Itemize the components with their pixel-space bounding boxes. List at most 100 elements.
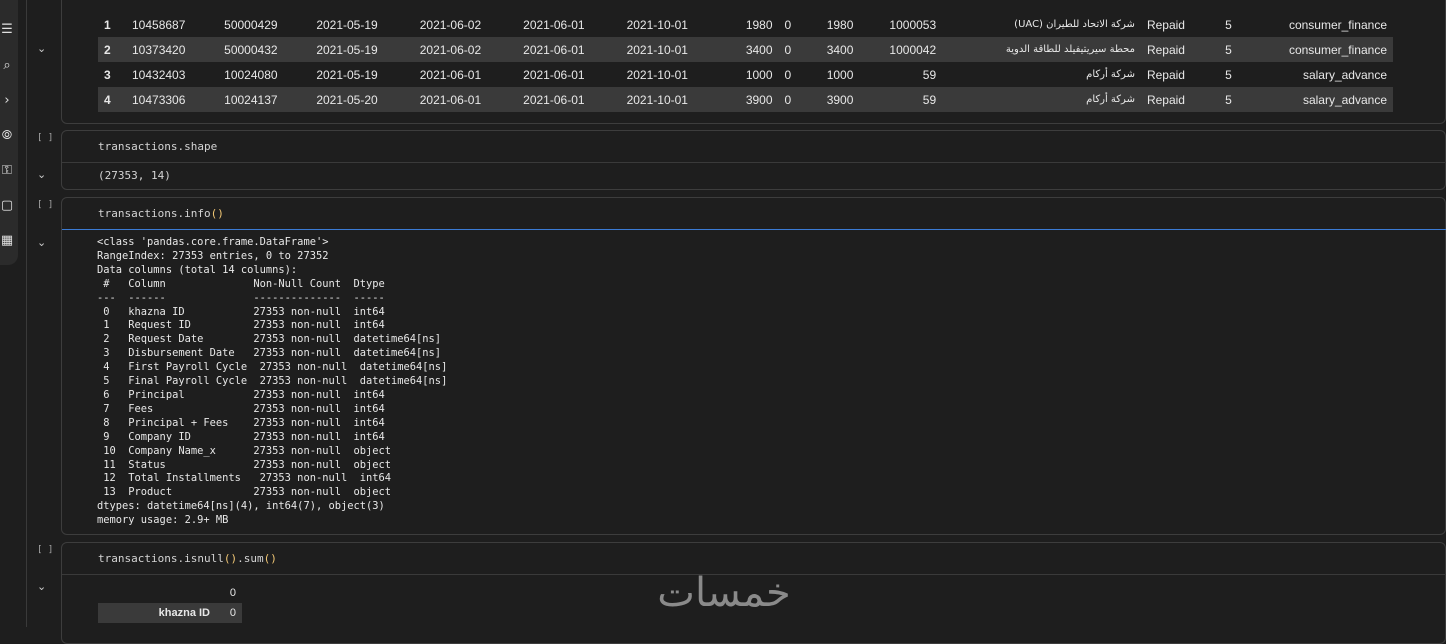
chevron-down-icon[interactable]: ⌄ [37,236,46,249]
active-cell-indicator [62,229,1446,230]
code-input[interactable]: transactions.info() [98,207,224,220]
table-cell: 0 [784,92,792,107]
table-cell: 1000053 [889,17,937,32]
code-cell-shape [61,130,1446,190]
table-cell: 59 [922,92,937,107]
info-output: <class 'pandas.core.frame.DataFrame'> Ra… [97,236,448,527]
gutter-divider [26,0,27,627]
code-paren: () [223,552,238,565]
table-cell: 2021-05-20 [316,92,378,107]
cell-divider [62,162,1446,163]
code-text: transactions.info [98,207,211,220]
table-header-row: 0 [98,583,242,603]
run-cell-button[interactable]: [ ] [37,133,53,143]
table-cell: 10024137 [224,92,278,107]
table-cell: 5 [1225,92,1232,107]
table-cell: 10458687 [132,17,186,32]
table-cell: 2021-06-02 [419,17,482,32]
table-cell: 2021-05-19 [316,17,378,32]
table-row: 2 10373420 50000432 2021-05-19 2021-06-0… [98,37,1393,62]
row-index: 4 [104,92,111,107]
dataframe-table: 1 10458687 50000429 2021-05-19 2021-06-0… [98,12,1393,112]
table-row: 3 10432403 10024080 2021-05-19 2021-06-0… [98,62,1393,87]
table-cell: Repaid [1146,17,1185,32]
isnull-table: 0 khazna ID 0 [98,583,242,623]
table-cell: شركة أركام [1086,94,1135,105]
code-text: .sum [237,552,264,565]
table-cell: salary_advance [1302,67,1387,82]
column-header: 0 [229,587,236,599]
table-cell: 2021-06-01 [523,92,585,107]
table-cell: 5 [1225,42,1232,57]
watermark-logo: خمسات [657,570,791,616]
table-cell: Repaid [1146,67,1185,82]
table-row: 1 10458687 50000429 2021-05-19 2021-06-0… [98,12,1393,37]
table-cell: 2021-05-19 [316,67,378,82]
table-cell: Repaid [1146,42,1185,57]
table-cell: 5 [1225,67,1232,82]
table-cell: salary_advance [1302,92,1387,107]
row-index: 3 [104,67,111,82]
search-icon[interactable]: ⌕ [0,59,14,73]
folder-icon[interactable]: ▢ [0,199,14,213]
table-cell: 3400 [745,42,773,57]
table-cell: 3900 [745,92,773,107]
table-cell: 2021-05-19 [316,42,378,57]
table-cell: 50000432 [224,42,278,57]
table-cell: 2021-06-01 [523,42,585,57]
table-cell: 2021-06-01 [419,67,482,82]
table-row: 4 10473306 10024137 2021-05-20 2021-06-0… [98,87,1393,112]
table-cell: شركة الاتحاد للطيران (UAC) [1014,19,1135,30]
table-cell: محطة سيريتيفيلد للطاقة الدوية [1005,44,1135,55]
table-cell: 2021-06-01 [419,92,482,107]
row-index: 2 [104,42,111,57]
table-cell: 1000 [745,67,773,82]
table-cell: 10473306 [132,92,186,107]
table-cell: 10024080 [224,67,278,82]
variables-icon[interactable]: ⦾ [0,129,14,143]
row-index: 1 [104,17,111,32]
code-paren: () [263,552,277,565]
table-cell: 1980 [745,17,773,32]
chevron-down-icon[interactable]: ⌄ [37,168,46,181]
table-cell: 2021-06-01 [523,17,585,32]
table-cell: 1000042 [889,42,937,57]
chevron-down-icon[interactable]: ⌄ [37,580,46,593]
table-cell: consumer_finance [1288,42,1387,57]
run-cell-button[interactable]: [ ] [37,545,53,555]
table-cell: consumer_finance [1288,17,1387,32]
cell-output: (27353, 14) [98,169,171,182]
table-cell: شركة أركام [1086,69,1135,80]
table-cell: 3400 [826,42,854,57]
table-cell: 0 [784,17,792,32]
run-cell-button[interactable]: [ ] [37,200,53,210]
table-cell: 10373420 [132,42,186,57]
table-cell: 10432403 [132,67,186,82]
table-cell: 2021-10-01 [626,67,688,82]
key-icon[interactable]: ⚿ [0,164,14,178]
table-corner [98,583,220,603]
table-cell: 0 [784,42,792,57]
table-cell: 2021-10-01 [626,42,688,57]
table-cell: 50000429 [224,17,278,32]
row-label: khazna ID [158,607,210,619]
code-paren: () [210,207,224,220]
table-cell: 1000 [826,67,854,82]
table-cell: 1980 [826,17,854,32]
code-input[interactable]: transactions.isnull().sum() [98,552,277,565]
table-cell: 0 [784,67,792,82]
table-cell: 2021-06-01 [523,67,585,82]
menu-icon[interactable]: ☰ [0,23,14,37]
code-icon[interactable]: › [0,94,14,108]
code-text: transactions.isnull [98,552,224,565]
table-cell: 59 [922,67,937,82]
table-icon[interactable]: ▦ [0,234,14,248]
table-cell: 2021-10-01 [626,92,688,107]
chevron-down-icon[interactable]: ⌄ [37,42,46,55]
table-cell: Repaid [1146,92,1185,107]
left-sidebar-rail: ☰ ⌕ › ⦾ ⚿ ▢ ▦ [0,0,18,265]
table-cell: 2021-06-02 [419,42,482,57]
table-cell: 3900 [826,92,854,107]
table-cell: 2021-10-01 [626,17,688,32]
code-input[interactable]: transactions.shape [98,140,217,153]
